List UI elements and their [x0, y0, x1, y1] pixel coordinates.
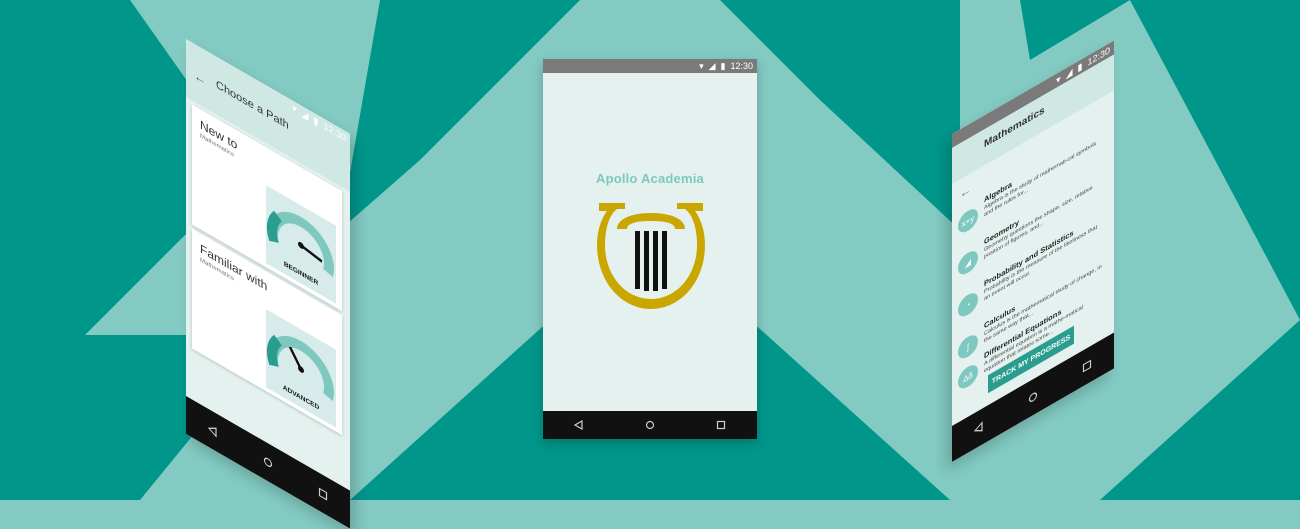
back-nav-icon[interactable]	[969, 413, 989, 445]
app-name: Apollo Academia	[596, 171, 704, 186]
center-phone: ▾ ◢ ▮ 12:30 Apollo Academia	[543, 59, 757, 439]
home-nav-icon[interactable]	[640, 415, 660, 435]
back-arrow-icon[interactable]: ←	[194, 68, 206, 89]
signal-icon: ◢	[708, 60, 716, 71]
status-bar: ▾ ◢ ▮ 12:30	[543, 59, 757, 73]
lyre-logo-icon	[597, 203, 705, 309]
back-arrow-icon[interactable]: ←	[960, 183, 971, 201]
algebra-icon: x+y	[958, 204, 978, 237]
recents-nav-icon[interactable]	[1077, 350, 1097, 382]
back-nav-icon[interactable]	[203, 415, 223, 447]
wifi-icon: ▾	[699, 60, 704, 71]
recents-nav-icon[interactable]	[711, 415, 731, 435]
battery-icon: ▮	[313, 114, 319, 127]
navigation-bar	[543, 411, 757, 439]
differential-icon: ∆δ	[958, 360, 978, 393]
home-nav-icon[interactable]	[258, 447, 278, 479]
recents-nav-icon[interactable]	[313, 478, 333, 510]
geometry-icon: ◢	[958, 246, 978, 279]
clock: 12:30	[730, 61, 753, 71]
back-nav-icon[interactable]	[569, 415, 589, 435]
home-nav-icon[interactable]	[1023, 381, 1043, 413]
signal-icon: ◢	[301, 107, 309, 122]
probability-icon: ◔	[958, 288, 978, 321]
wifi-icon: ▾	[292, 101, 297, 115]
gauge-advanced: ADVANCED	[266, 309, 336, 428]
battery-icon: ▮	[720, 60, 726, 71]
